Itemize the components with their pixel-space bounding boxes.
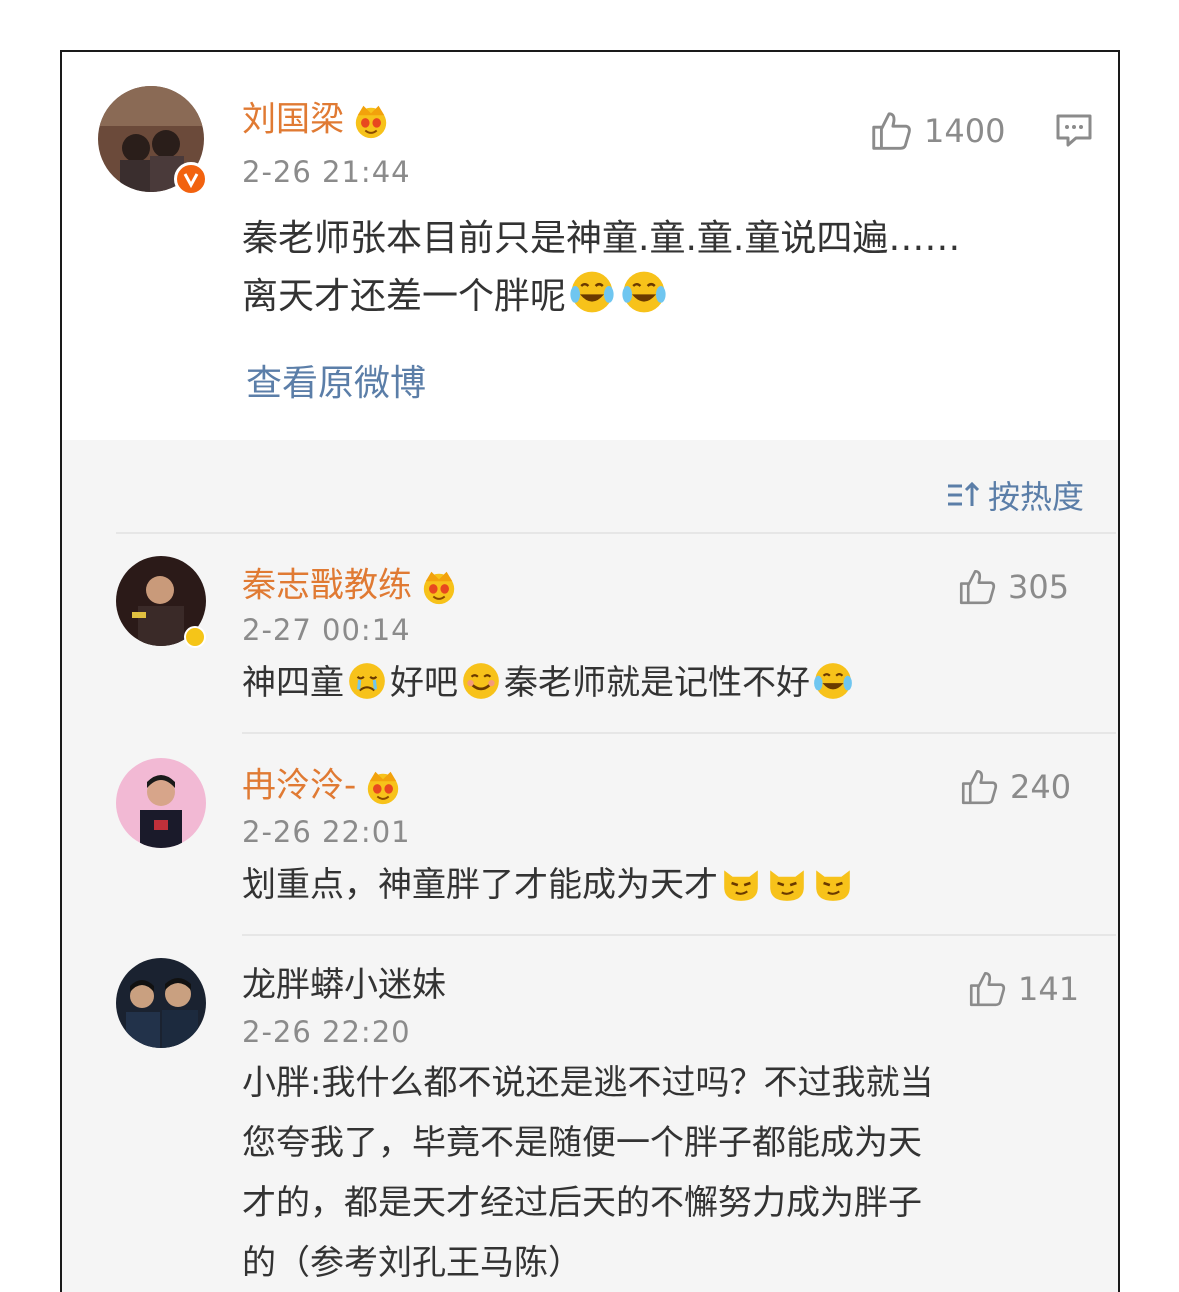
verified-badge-icon [174, 162, 208, 196]
post-text-line-2-content: 离天才还差一个胖呢 [242, 276, 567, 317]
username-text[interactable]: 冉泠泠- [242, 766, 356, 806]
divider [242, 732, 1116, 734]
comment-text: 神四童 好吧 秦老师就是记性不好 [242, 654, 856, 712]
sort-by-hot-button[interactable]: 按热度 [946, 472, 1084, 518]
main-post: 刘国梁 2-26 21:44 1400 秦老师张本目前只是神童.童.童.童说四遍… [62, 52, 1118, 440]
like-count: 240 [1010, 768, 1072, 806]
comment-text: 划重点，神童胖了才能成为天才 [242, 856, 856, 914]
like-count: 141 [1018, 970, 1080, 1008]
comment-text-line-3: 才的，都是天才经过后天的不懈努力成为胖子 [242, 1183, 922, 1223]
smirk-emoji [812, 862, 854, 904]
post-text-line-1: 秦老师张本目前只是神童.童.童.童说四遍…… [242, 218, 961, 259]
comment-text-segment: 好吧 [390, 663, 458, 703]
cry-emoji [346, 660, 388, 702]
like-button[interactable]: 305 [956, 566, 1069, 608]
weibo-comment-screenshot: 刘国梁 2-26 21:44 1400 秦老师张本目前只是神童.童.童.童说四遍… [60, 50, 1120, 1292]
avatar[interactable] [116, 958, 206, 1048]
thumbs-up-icon [956, 566, 998, 608]
comment-text-line-1: 小胖:我什么都不说还是逃不过吗？不过我就当 [242, 1063, 934, 1103]
thumbs-up-icon [958, 766, 1000, 808]
avatar[interactable] [116, 758, 206, 848]
crown-icon [352, 102, 390, 140]
sort-icon [947, 481, 980, 506]
post-username[interactable]: 刘国梁 [242, 102, 390, 140]
like-count: 1400 [924, 112, 1006, 150]
comment-text-line-4: 的（参考刘孔王马陈） [242, 1243, 582, 1283]
post-time: 2-26 21:44 [242, 155, 411, 189]
comment-text-segment: 划重点，神童胖了才能成为天才 [242, 865, 718, 905]
like-button[interactable]: 141 [966, 968, 1079, 1010]
comment-username[interactable]: 龙胖蟒小迷妹 [242, 968, 446, 1002]
comment-text-line-2: 您夸我了，毕竟不是随便一个胖子都能成为天 [242, 1123, 922, 1163]
laugh-cry-emoji [568, 268, 616, 316]
comment-time: 2-27 00:14 [242, 613, 411, 647]
comment-text-segment: 秦老师就是记性不好 [504, 663, 810, 703]
comment-time: 2-26 22:20 [242, 1015, 411, 1049]
divider [116, 532, 1116, 534]
like-button[interactable]: 1400 [868, 108, 1005, 154]
comments-section: 按热度 秦志戬教练 2-27 00:14 305 神四童 好吧 秦老师就是记性不好 [62, 440, 1118, 1292]
verified-badge-icon [184, 626, 206, 648]
crown-icon [420, 568, 458, 606]
post-text-line-2: 离天才还差一个胖呢 [242, 268, 670, 326]
comment-text-segment: 神四童 [242, 663, 344, 703]
comment-time: 2-26 22:01 [242, 815, 411, 849]
comment-username[interactable]: 秦志戬教练 [242, 568, 458, 606]
like-button[interactable]: 240 [958, 766, 1071, 808]
sort-label: 按热度 [987, 478, 1084, 516]
smirk-emoji [766, 862, 808, 904]
username-text[interactable]: 刘国梁 [242, 100, 344, 140]
thumbs-up-icon [966, 968, 1008, 1010]
laugh-cry-emoji [620, 268, 668, 316]
smile-emoji [460, 660, 502, 702]
comment-username[interactable]: 冉泠泠- [242, 768, 402, 806]
comment-icon[interactable] [1054, 110, 1094, 150]
crown-icon [364, 768, 402, 806]
laugh-cry-emoji [812, 660, 854, 702]
view-original-post-link[interactable]: 查看原微博 [246, 366, 426, 402]
divider [242, 934, 1116, 936]
like-count: 305 [1008, 568, 1070, 606]
thumbs-up-icon [868, 108, 914, 154]
smirk-emoji [720, 862, 762, 904]
username-text[interactable]: 龙胖蟒小迷妹 [242, 965, 446, 1005]
username-text[interactable]: 秦志戬教练 [242, 566, 412, 606]
